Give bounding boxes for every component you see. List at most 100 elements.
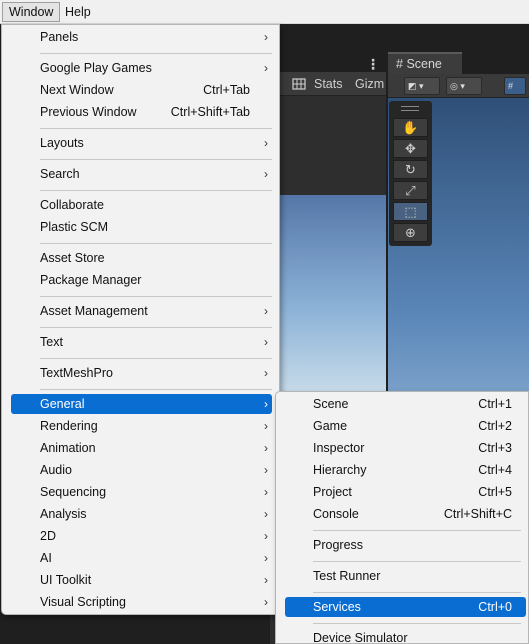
menu-item-label: Next Window [40, 83, 114, 97]
menu-item-package-manager[interactable]: Package Manager [11, 270, 272, 290]
menu-item-label: General [40, 397, 85, 411]
chevron-right-icon: › [264, 30, 268, 44]
menu-item-label: Game [313, 419, 348, 433]
menu-item-general[interactable]: General › [11, 394, 272, 414]
menu-item-shortcut: Ctrl+5 [478, 485, 512, 499]
rect-tool-icon[interactable]: ⬚ [393, 202, 428, 221]
chevron-right-icon: › [264, 61, 268, 75]
menu-item-label: Rendering [40, 419, 98, 433]
move-tool-icon[interactable]: ✥ [393, 139, 428, 158]
menu-item-label: Asset Store [40, 251, 105, 265]
menu-separator [40, 327, 272, 328]
menu-item-label: Animation [40, 441, 96, 455]
menu-item-animation[interactable]: Animation › [11, 438, 272, 458]
chevron-right-icon: › [264, 507, 268, 521]
menu-item-rendering[interactable]: Rendering › [11, 416, 272, 436]
menu-item-ai[interactable]: AI › [11, 548, 272, 568]
menu-item-previous-window[interactable]: Previous Window Ctrl+Shift+Tab [11, 102, 272, 122]
menu-item-label: Collaborate [40, 198, 104, 212]
menu-item-ui-toolkit[interactable]: UI Toolkit › [11, 570, 272, 590]
menu-item-shortcut: Ctrl+Shift+Tab [170, 105, 250, 119]
chevron-right-icon: › [264, 304, 268, 318]
menu-item-progress[interactable]: Progress [285, 535, 526, 555]
menu-item-device-simulator[interactable]: Device Simulator [285, 628, 526, 644]
menu-separator [40, 190, 272, 191]
menu-item-label: Inspector [313, 441, 365, 455]
stats-button[interactable]: Stats [314, 75, 343, 93]
menu-item-sequencing[interactable]: Sequencing › [11, 482, 272, 502]
chevron-right-icon: › [264, 463, 268, 477]
menu-item-next-window[interactable]: Next Window Ctrl+Tab [11, 80, 272, 100]
menu-item-hierarchy[interactable]: Hierarchy Ctrl+4 [285, 460, 526, 480]
menu-separator [40, 358, 272, 359]
snap-grid-icon[interactable]: # [504, 77, 526, 95]
chevron-right-icon: › [264, 573, 268, 587]
menu-item-label: Package Manager [40, 273, 142, 287]
menu-item-text[interactable]: Text › [11, 332, 272, 352]
menu-separator [40, 128, 272, 129]
menu-separator [40, 389, 272, 390]
chevron-right-icon: › [264, 485, 268, 499]
menu-item-console[interactable]: Console Ctrl+Shift+C [285, 504, 526, 524]
menu-item-scene[interactable]: Scene Ctrl+1 [285, 394, 526, 414]
overlay-grip-icon[interactable] [401, 106, 419, 111]
menu-bar: Window Help [0, 0, 529, 24]
hand-tool-icon[interactable]: ✋ [393, 118, 428, 137]
menu-item-label: AI [40, 551, 52, 565]
window-menu: Panels › Google Play Games › Next Window Ct… [1, 24, 280, 615]
menu-item-test-runner[interactable]: Test Runner [285, 566, 526, 586]
menu-item-analysis[interactable]: Analysis › [11, 504, 272, 524]
menu-item-panels[interactable]: Panels › [11, 27, 272, 47]
chevron-right-icon: › [264, 551, 268, 565]
menu-item-label: Text [40, 335, 63, 349]
menu-separator [40, 53, 272, 54]
menu-separator [313, 592, 521, 593]
menu-item-layouts[interactable]: Layouts › [11, 133, 272, 153]
menu-item-textmeshpro[interactable]: TextMeshPro › [11, 363, 272, 383]
menu-item-asset-management[interactable]: Asset Management › [11, 301, 272, 321]
chevron-right-icon: › [264, 167, 268, 181]
grid-icon[interactable] [292, 75, 308, 93]
scene-tools-overlay: ✋ ✥ ↻ ⤢ ⬚ ⊕ [389, 101, 432, 246]
menu-separator [40, 296, 272, 297]
gizmos-button[interactable]: Gizm [355, 75, 384, 93]
rotate-tool-icon[interactable]: ↻ [393, 160, 428, 179]
menu-item-plastic-scm[interactable]: Plastic SCM [11, 217, 272, 237]
menu-item-label: Asset Management [40, 304, 148, 318]
menu-separator [313, 561, 521, 562]
transform-tool-icon[interactable]: ⊕ [393, 223, 428, 242]
tab-scene[interactable]: # Scene [388, 52, 462, 74]
menu-item-shortcut: Ctrl+4 [478, 463, 512, 477]
menu-separator [40, 159, 272, 160]
chevron-right-icon: › [264, 595, 268, 609]
menu-item-project[interactable]: Project Ctrl+5 [285, 482, 526, 502]
menu-item-services[interactable]: Services Ctrl+0 [285, 597, 526, 617]
menu-item-audio[interactable]: Audio › [11, 460, 272, 480]
menu-separator [313, 623, 521, 624]
chevron-right-icon: › [264, 136, 268, 150]
menu-item-google-play-games[interactable]: Google Play Games › [11, 58, 272, 78]
menu-separator [313, 530, 521, 531]
render-mode-dropdown[interactable]: ◎ ▾ [446, 77, 482, 95]
menu-item-label: UI Toolkit [40, 573, 92, 587]
menu-help[interactable]: Help [59, 2, 97, 22]
menu-item-collaborate[interactable]: Collaborate [11, 195, 272, 215]
menu-item-label: Previous Window [40, 105, 137, 119]
menu-item-inspector[interactable]: Inspector Ctrl+3 [285, 438, 526, 458]
menu-item-shortcut: Ctrl+2 [478, 419, 512, 433]
menu-item-label: Scene [313, 397, 349, 411]
draw-mode-dropdown[interactable]: ◩ ▾ [404, 77, 440, 95]
menu-item-game[interactable]: Game Ctrl+2 [285, 416, 526, 436]
game-panel-menu-icon[interactable]: ⋮ [366, 56, 380, 73]
game-view-sky [270, 195, 386, 395]
menu-item-visual-scripting[interactable]: Visual Scripting › [11, 592, 272, 612]
menu-item-asset-store[interactable]: Asset Store [11, 248, 272, 268]
scale-tool-icon[interactable]: ⤢ [393, 181, 428, 200]
menu-window[interactable]: Window [2, 2, 61, 22]
menu-item-2d[interactable]: 2D › [11, 526, 272, 546]
scene-hash-icon: # [396, 57, 403, 71]
menu-item-label: Sequencing [40, 485, 107, 499]
chevron-right-icon: › [264, 366, 268, 380]
menu-item-label: Services [313, 600, 361, 614]
menu-item-search[interactable]: Search › [11, 164, 272, 184]
